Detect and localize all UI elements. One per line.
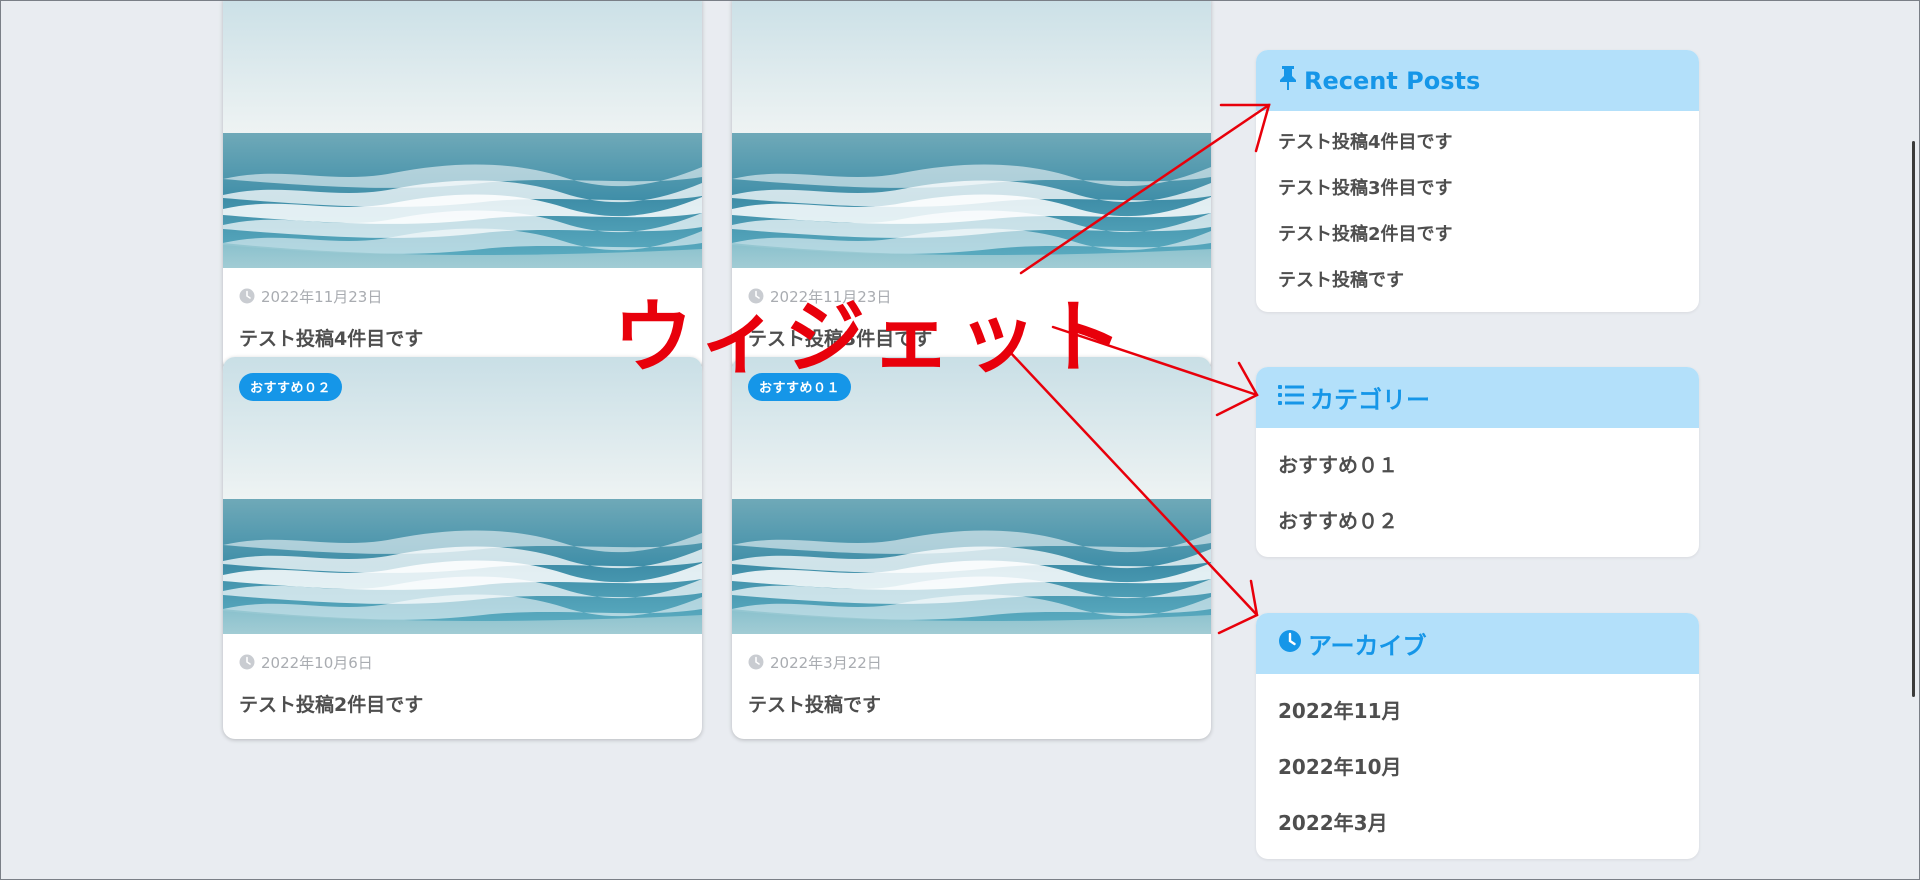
- archive-link[interactable]: 2022年11月: [1256, 683, 1699, 739]
- widget-header: Recent Posts: [1256, 50, 1699, 111]
- sea-image: [223, 1, 702, 268]
- post-thumbnail[interactable]: おすすめ０１: [732, 357, 1211, 634]
- list-icon: [1278, 384, 1310, 412]
- category-link[interactable]: おすすめ０１: [1256, 437, 1699, 493]
- recent-post-link[interactable]: テスト投稿2件目です: [1256, 212, 1699, 258]
- post-card[interactable]: おすすめ０１ 2022年3月22日 テスト投稿です: [732, 357, 1211, 739]
- widget-header: カテゴリー: [1256, 367, 1699, 428]
- category-list: おすすめ０１ おすすめ０２: [1256, 428, 1699, 557]
- recent-posts-list: テスト投稿4件目です テスト投稿3件目です テスト投稿2件目です テスト投稿です: [1256, 111, 1699, 312]
- post-date: 2022年10月6日: [239, 652, 686, 672]
- post-date-text: 2022年3月22日: [770, 653, 882, 672]
- scrollbar-thumb[interactable]: [1912, 141, 1915, 697]
- post-card[interactable]: おすすめ０２ 2022年10月6日 テスト投稿2件目です: [223, 357, 702, 739]
- widget-header: アーカイブ: [1256, 613, 1699, 674]
- category-badge[interactable]: おすすめ０２: [239, 373, 343, 401]
- archive-link[interactable]: 2022年3月: [1256, 795, 1699, 851]
- widget-title: アーカイブ: [1308, 632, 1427, 660]
- post-title[interactable]: テスト投稿2件目です: [239, 690, 686, 717]
- archive-list: 2022年11月 2022年10月 2022年3月: [1256, 674, 1699, 859]
- clock-icon: [1278, 629, 1308, 659]
- clock-icon: [239, 288, 261, 304]
- post-date-text: 2022年10月6日: [261, 653, 373, 672]
- annotation-label: ウィジェット: [613, 291, 1129, 384]
- page: 2022年11月23日 テスト投稿4件目です 2022年11月23日 テスト投稿…: [0, 0, 1920, 880]
- category-widget: カテゴリー おすすめ０１ おすすめ０２: [1256, 367, 1699, 557]
- recent-post-link[interactable]: テスト投稿です: [1256, 258, 1699, 304]
- post-thumbnail[interactable]: [732, 1, 1211, 268]
- category-link[interactable]: おすすめ０２: [1256, 493, 1699, 549]
- recent-post-link[interactable]: テスト投稿4件目です: [1256, 120, 1699, 166]
- clock-icon: [239, 654, 261, 670]
- clock-icon: [748, 654, 770, 670]
- post-thumbnail[interactable]: おすすめ０２: [223, 357, 702, 634]
- post-date-text: 2022年11月23日: [261, 287, 383, 306]
- widget-title: カテゴリー: [1310, 386, 1430, 414]
- post-thumbnail[interactable]: [223, 1, 702, 268]
- post-date: 2022年3月22日: [748, 652, 1195, 672]
- post-title[interactable]: テスト投稿です: [748, 690, 1195, 717]
- sea-image: [732, 1, 1211, 268]
- archive-widget: アーカイブ 2022年11月 2022年10月 2022年3月: [1256, 613, 1699, 859]
- recent-posts-widget: Recent Posts テスト投稿4件目です テスト投稿3件目です テスト投稿…: [1256, 50, 1699, 312]
- pin-icon: [1278, 65, 1304, 97]
- scrollbar[interactable]: [1902, 2, 1918, 878]
- archive-link[interactable]: 2022年10月: [1256, 739, 1699, 795]
- widget-title: Recent Posts: [1304, 66, 1481, 95]
- recent-post-link[interactable]: テスト投稿3件目です: [1256, 166, 1699, 212]
